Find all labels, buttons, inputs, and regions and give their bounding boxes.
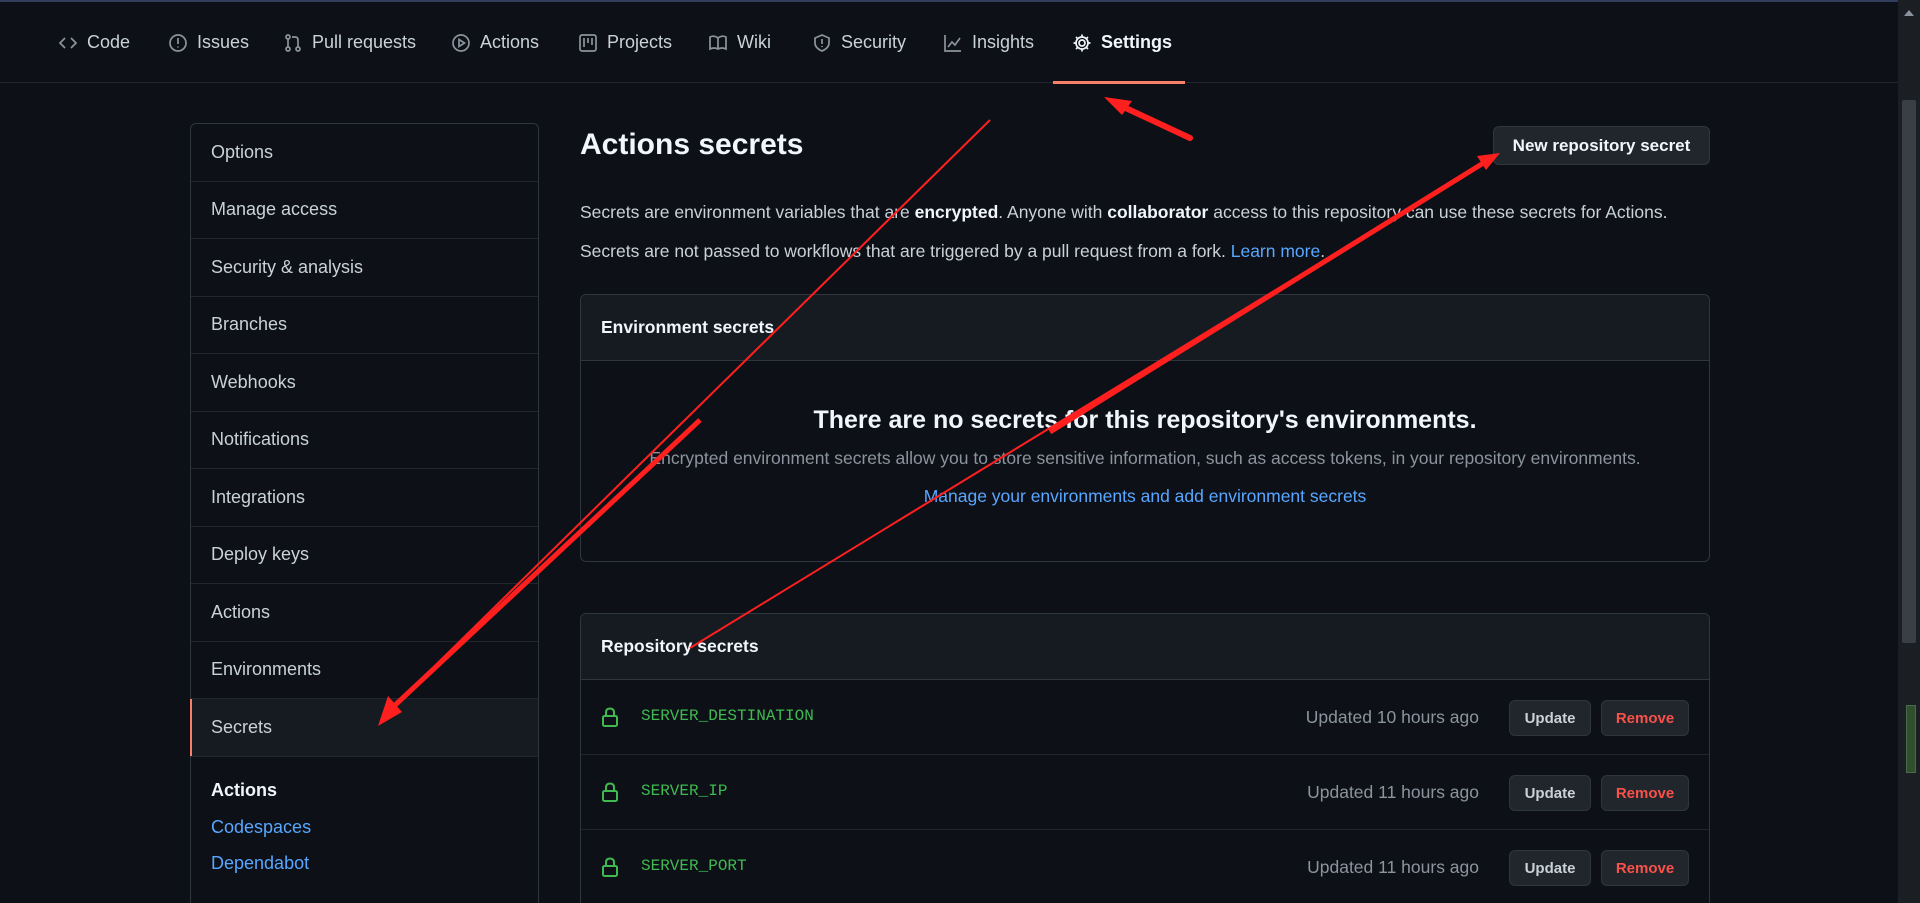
sidebar-item-label: Webhooks (211, 371, 296, 392)
secret-updated: Updated 11 hours ago (1307, 857, 1479, 877)
secret-row: SERVER_PORT Updated 11 hours ago Update … (581, 830, 1709, 903)
code-icon (58, 36, 78, 49)
sidebar-subheading: Actions (211, 780, 278, 800)
repository-secrets-heading: Repository secrets (581, 614, 1709, 680)
settings-sidebar: Options Manage access Security & analysi… (190, 123, 539, 903)
blankslate-description: Encrypted environment secrets allow you … (649, 448, 1641, 468)
sidebar-item-security-analysis[interactable]: Security & analysis (191, 239, 538, 297)
book-icon (709, 34, 727, 50)
sidebar-item-deploy-keys[interactable]: Deploy keys (191, 527, 538, 584)
sidebar-item-secrets[interactable]: Secrets (190, 699, 538, 757)
update-secret-button[interactable]: Update (1509, 775, 1591, 811)
secret-name: SERVER_IP (641, 782, 728, 800)
tab-actions[interactable]: Actions (451, 2, 539, 83)
repo-tab-nav: Code Issues Pull requests Actions Projec… (0, 2, 1898, 84)
active-tab-indicator (1053, 81, 1185, 84)
tab-issues[interactable]: Issues (168, 2, 249, 83)
sidebar-item-webhooks[interactable]: Webhooks (191, 354, 538, 412)
tab-label: Code (87, 32, 131, 52)
tab-label: Actions (480, 32, 540, 52)
secret-name: SERVER_PORT (641, 857, 747, 875)
sidebar-item-label: Secrets (211, 716, 273, 737)
arrowhead-settings (1104, 97, 1132, 115)
tab-security[interactable]: Security (812, 2, 906, 83)
blankslate-link-wrapper: Manage your environments and add environ… (581, 486, 1709, 507)
page-title: Actions secrets (580, 128, 804, 161)
scroll-up-arrow-icon[interactable] (1904, 10, 1914, 16)
arrow-to-settings (1112, 100, 1193, 141)
sidebar-item-label: Environments (211, 659, 322, 680)
issue-icon (169, 33, 187, 52)
update-secret-button[interactable]: Update (1509, 700, 1591, 736)
scroll-marker (1906, 705, 1916, 773)
sidebar-item-label: Branches (211, 314, 288, 335)
tab-label: Insights (972, 32, 1035, 52)
sidebar-link-codespaces[interactable]: Codespaces (211, 817, 311, 838)
sidebar-item-label: Manage access (211, 199, 338, 220)
repository-secrets-box: Repository secrets SERVER_DESTINATION Up… (580, 613, 1710, 903)
tab-code[interactable]: Code (58, 2, 130, 83)
gear-icon (1073, 34, 1091, 51)
remove-secret-button[interactable]: Remove (1601, 775, 1689, 811)
remove-secret-button[interactable]: Remove (1601, 850, 1689, 886)
secret-row: SERVER_IP Updated 11 hours ago Update Re… (581, 755, 1709, 830)
tab-projects[interactable]: Projects (578, 2, 672, 83)
fork-note: Secrets are not passed to workflows that… (580, 241, 1326, 261)
pull-request-icon (285, 33, 301, 52)
sidebar-item-label: Notifications (211, 429, 310, 450)
sidebar-item-options[interactable]: Options (191, 124, 538, 182)
sidebar-item-label: Security & analysis (211, 256, 364, 277)
sidebar-item-label: Deploy keys (211, 544, 310, 565)
tab-insights[interactable]: Insights (943, 2, 1034, 83)
tab-label: Issues (197, 32, 250, 52)
scrollbar-thumb[interactable] (1902, 100, 1916, 643)
tab-label: Security (841, 32, 907, 52)
sidebar-item-actions[interactable]: Actions (191, 584, 538, 642)
sidebar-item-label: Options (211, 141, 274, 162)
play-icon (452, 33, 470, 52)
learn-more-link[interactable]: Learn more (1231, 241, 1321, 261)
vertical-scrollbar[interactable] (1898, 0, 1920, 903)
project-icon (579, 33, 597, 52)
sidebar-item-notifications[interactable]: Notifications (191, 412, 538, 469)
sidebar-item-branches[interactable]: Branches (191, 297, 538, 354)
secrets-description: Secrets are environment variables that a… (580, 202, 1668, 222)
secret-row: SERVER_DESTINATION Updated 10 hours ago … (581, 680, 1709, 755)
sidebar-item-label: Integrations (211, 486, 306, 507)
secret-updated: Updated 10 hours ago (1305, 707, 1479, 727)
sidebar-item-label: Actions (211, 601, 271, 622)
lock-icon (601, 781, 619, 803)
shield-icon (814, 33, 830, 52)
sidebar-item-integrations[interactable]: Integrations (191, 469, 538, 527)
sidebar-link-dependabot[interactable]: Dependabot (211, 853, 309, 874)
new-repository-secret-button[interactable]: New repository secret (1493, 126, 1710, 165)
graph-icon (944, 34, 961, 52)
environment-secrets-box: Environment secrets There are no secrets… (580, 294, 1710, 562)
sidebar-item-environments[interactable]: Environments (191, 642, 538, 699)
secret-updated: Updated 11 hours ago (1307, 782, 1479, 802)
tab-settings[interactable]: Settings (1072, 2, 1172, 83)
environment-secrets-heading: Environment secrets (581, 295, 1709, 361)
tab-label: Projects (607, 32, 673, 52)
tab-label: Pull requests (312, 32, 417, 52)
tab-pull-requests[interactable]: Pull requests (283, 2, 416, 83)
lock-icon (601, 856, 619, 878)
tab-label: Settings (1101, 32, 1173, 52)
secret-name: SERVER_DESTINATION (641, 707, 814, 725)
manage-environments-link[interactable]: Manage your environments and add environ… (924, 486, 1367, 506)
lock-icon (601, 706, 619, 728)
remove-secret-button[interactable]: Remove (1601, 700, 1689, 736)
update-secret-button[interactable]: Update (1509, 850, 1591, 886)
tab-label: Wiki (737, 32, 771, 52)
blankslate-title: There are no secrets for this repository… (813, 406, 1477, 434)
sidebar-item-manage-access[interactable]: Manage access (191, 182, 538, 239)
tab-wiki[interactable]: Wiki (708, 2, 771, 83)
